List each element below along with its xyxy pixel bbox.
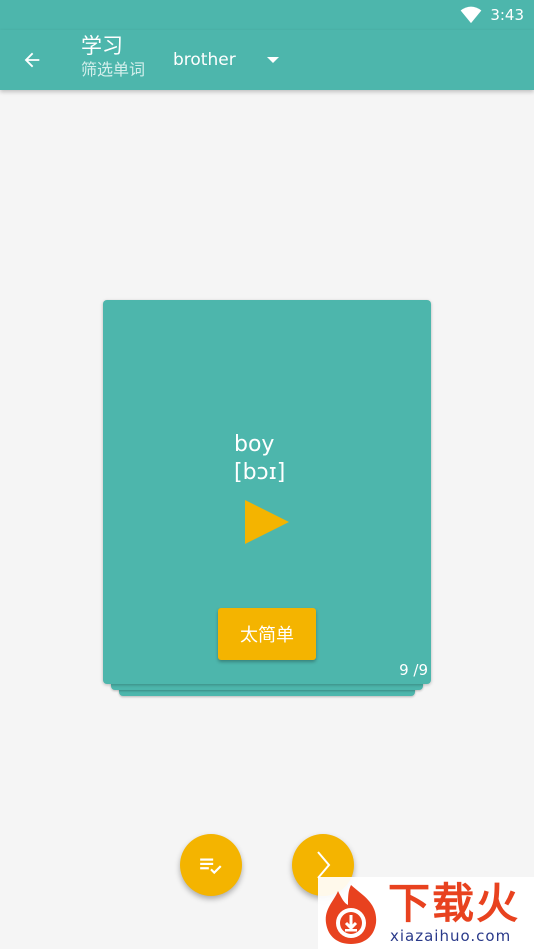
word-filter-value: brother: [173, 50, 236, 70]
status-bar: 3:43: [0, 0, 534, 30]
status-time: 3:43: [490, 6, 524, 24]
card-counter: 9 /9: [399, 661, 428, 679]
app-bar: 学习 筛选单词 brother: [0, 30, 534, 90]
arrow-left-icon: [24, 52, 40, 68]
status-indicators: 3:43: [460, 4, 524, 26]
play-pronunciation-button[interactable]: [243, 498, 293, 548]
caret-down-icon: [267, 57, 279, 63]
checklist-icon: [200, 858, 222, 875]
watermark-url: xiazaihuo.com: [390, 927, 512, 945]
watermark: 下载火 xiazaihuo.com: [318, 877, 534, 949]
too-easy-button[interactable]: 太简单: [218, 608, 316, 660]
page-subtitle: 筛选单词: [81, 60, 146, 79]
flash-card[interactable]: boy [bɔɪ] 太简单 9 /9: [103, 300, 431, 684]
play-icon: [245, 500, 289, 544]
word-list-button[interactable]: [180, 834, 242, 896]
watermark-brand: 下载火: [388, 879, 521, 928]
flame-logo-icon: [325, 885, 377, 944]
wifi-icon: [460, 6, 482, 24]
page-title: 学习: [81, 34, 123, 58]
phonetic-text: [bɔɪ]: [234, 460, 286, 485]
title-block: 学习 筛选单词: [81, 33, 145, 81]
word-text: boy: [234, 432, 275, 457]
back-button[interactable]: [14, 42, 50, 78]
word-filter-select[interactable]: brother: [163, 44, 293, 76]
screen: 3:43 学习 筛选单词 brother boy [bɔɪ] 太简单 9 /9: [0, 0, 534, 949]
